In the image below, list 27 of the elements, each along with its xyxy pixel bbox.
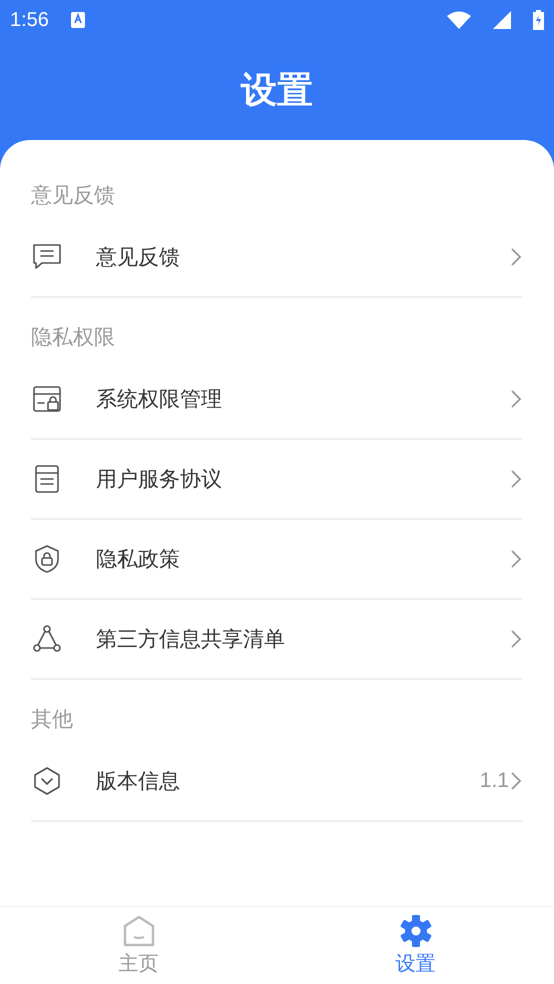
chevron-icon [509, 770, 523, 792]
hexagon-chevron-icon [31, 765, 63, 797]
nav-tab[interactable]: 设置 [277, 907, 554, 984]
settings-item[interactable]: 意见反馈 [31, 218, 523, 298]
settings-item[interactable]: 系统权限管理 [31, 360, 523, 440]
chevron-icon [509, 548, 523, 570]
signal-icon [493, 11, 511, 29]
version-value: 1.1 [480, 769, 509, 793]
section-title: 其他 [31, 706, 74, 733]
settings-item[interactable]: 隐私政策 [31, 520, 523, 600]
page-title: 设置 [241, 68, 313, 112]
battery-icon [533, 10, 544, 30]
home-icon [122, 914, 156, 948]
section-title: 隐私权限 [31, 324, 116, 351]
gear-icon [398, 914, 432, 948]
status-time: 1:56 [10, 8, 49, 32]
card-lock-icon [31, 383, 63, 415]
settings-item[interactable]: 用户服务协议 [31, 440, 523, 520]
settings-item[interactable]: 第三方信息共享清单 [31, 600, 523, 680]
chevron-icon [509, 246, 523, 268]
wifi-icon [447, 11, 471, 29]
settings-item[interactable]: 版本信息 1.1 [31, 742, 523, 822]
chevron-icon [509, 628, 523, 650]
keyboard-icon [70, 12, 85, 28]
chevron-icon [509, 468, 523, 490]
chevron-icon [509, 388, 523, 410]
section-title: 意见反馈 [31, 182, 116, 209]
